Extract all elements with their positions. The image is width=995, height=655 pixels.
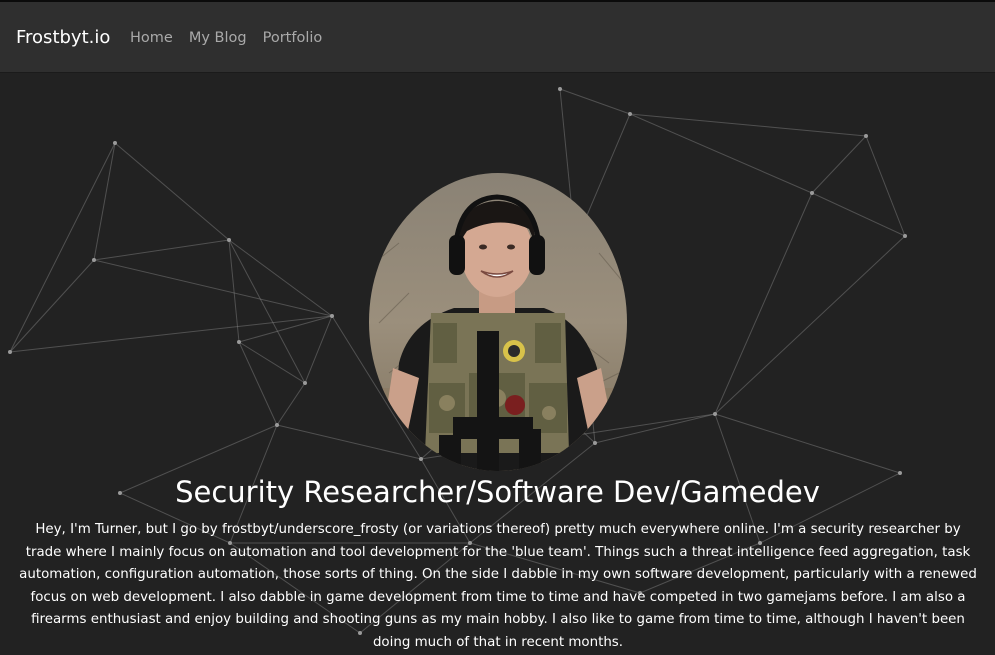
network-node (303, 381, 307, 385)
network-edge (9, 142, 116, 353)
network-node (558, 87, 562, 91)
network-edge (228, 239, 306, 384)
network-node (903, 234, 907, 238)
network-edge (811, 135, 867, 194)
network-edge (276, 424, 422, 460)
profile-photo (369, 173, 627, 471)
network-edge (93, 142, 116, 261)
network-edge (714, 235, 906, 415)
network-edge (93, 259, 333, 317)
network-node (330, 314, 334, 318)
hero-headline: Security Researcher/Software Dev/Gamedev (175, 475, 820, 509)
network-edge (93, 239, 230, 261)
network-node (628, 112, 632, 116)
network-node (713, 412, 717, 416)
network-edge (228, 239, 333, 317)
network-node (810, 191, 814, 195)
network-edge (276, 382, 306, 426)
network-node (237, 340, 241, 344)
hero-bio: Hey, I'm Turner, but I go by frostbyt/un… (19, 522, 977, 650)
network-edge (9, 259, 95, 353)
network-edge (9, 315, 333, 353)
network-edge (559, 88, 631, 115)
brand-link[interactable]: Frostbyt.io (16, 26, 110, 50)
network-edge (714, 192, 813, 415)
network-edge (238, 315, 333, 343)
network-edge (304, 315, 333, 384)
network-edge (629, 113, 867, 137)
nav-link-home[interactable]: Home (130, 29, 173, 47)
network-edge (714, 413, 901, 474)
hero-section: Security Researcher/Software Dev/Gamedev… (0, 73, 995, 655)
network-node (593, 441, 597, 445)
network-edge (114, 142, 230, 241)
nav-link-my-blog[interactable]: My Blog (189, 29, 247, 47)
navbar: Frostbyt.io Home My Blog Portfolio (0, 2, 995, 73)
network-edge (238, 341, 278, 426)
network-edge (594, 413, 716, 444)
network-node (275, 423, 279, 427)
network-node (8, 350, 12, 354)
network-node (864, 134, 868, 138)
network-node (419, 457, 423, 461)
nav-links: Home My Blog Portfolio (130, 29, 322, 47)
network-node (113, 141, 117, 145)
nav-link-portfolio[interactable]: Portfolio (263, 29, 323, 47)
network-edge (629, 113, 813, 194)
network-node (92, 258, 96, 262)
network-node (227, 238, 231, 242)
